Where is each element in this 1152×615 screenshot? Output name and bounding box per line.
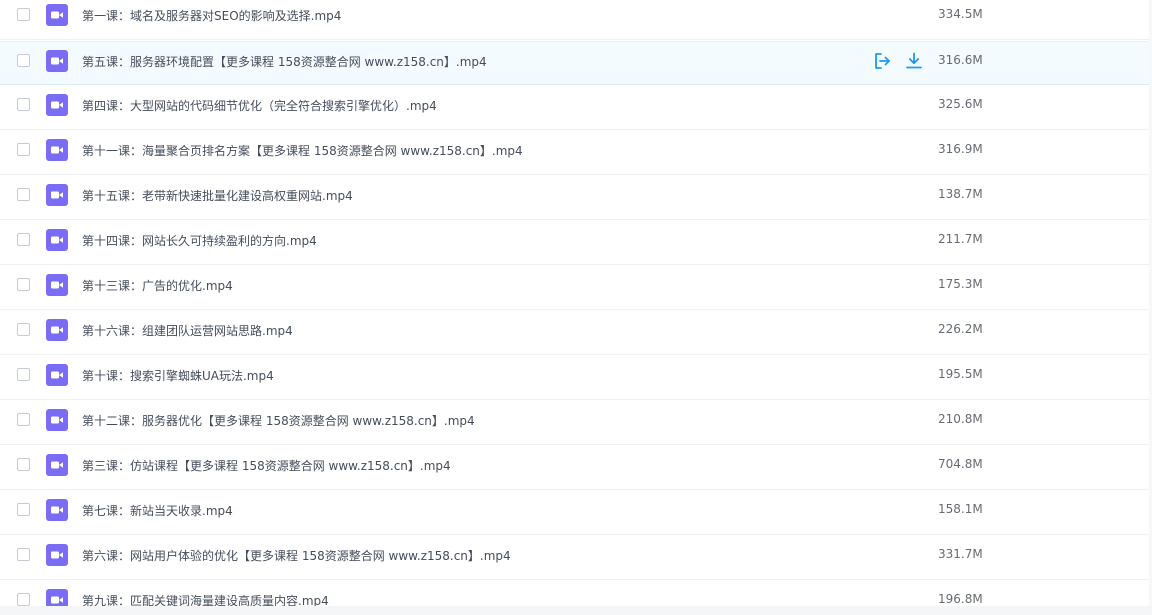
file-row[interactable]: 第十五课：老带新快速批量化建设高权重网站.mp4 138.7M [0,176,1152,220]
row-checkbox[interactable] [17,233,30,246]
file-size: 175.3M [938,277,983,291]
file-size: 196.8M [938,592,983,606]
row-checkbox[interactable] [17,323,30,336]
row-checkbox[interactable] [17,278,30,291]
file-row[interactable]: 第六课：网站用户体验的优化【更多课程 158资源整合网 www.z158.cn】… [0,536,1152,580]
file-name-link[interactable]: 第十课：搜索引擎蜘蛛UA玩法.mp4 [82,367,274,384]
file-row[interactable]: 第十一课：海量聚合页排名方案【更多课程 158资源整合网 www.z158.cn… [0,131,1152,175]
video-file-icon [46,544,68,566]
row-checkbox[interactable] [17,368,30,381]
row-checkbox[interactable] [17,54,30,67]
video-file-icon [46,454,68,476]
file-row[interactable]: 第十课：搜索引擎蜘蛛UA玩法.mp4 195.5M [0,356,1152,400]
row-checkbox[interactable] [17,503,30,516]
file-size: 226.2M [938,322,983,336]
video-file-icon [46,274,68,296]
file-row[interactable]: 第三课：仿站课程【更多课程 158资源整合网 www.z158.cn】.mp4 7… [0,446,1152,490]
file-row[interactable]: 第十三课：广告的优化.mp4 175.3M [0,266,1152,310]
file-row[interactable]: 第五课：服务器环境配置【更多课程 158资源整合网 www.z158.cn】.m… [0,41,1152,85]
file-size: 316.9M [938,142,983,156]
file-name-link[interactable]: 第十一课：海量聚合页排名方案【更多课程 158资源整合网 www.z158.cn… [82,142,523,159]
row-checkbox[interactable] [17,143,30,156]
file-row[interactable]: 第十二课：服务器优化【更多课程 158资源整合网 www.z158.cn】.mp… [0,401,1152,445]
file-size: 210.8M [938,412,983,426]
video-file-icon [46,229,68,251]
file-name-link[interactable]: 第一课：域名及服务器对SEO的影响及选择.mp4 [82,7,341,24]
file-list: 第一课：域名及服务器对SEO的影响及选择.mp4 334.5M 第五课：服务器环境配… [0,0,1152,615]
file-row[interactable]: 第十四课：网站长久可持续盈利的方向.mp4 211.7M [0,221,1152,265]
horizontal-scrollbar[interactable] [0,606,1152,615]
video-file-icon [46,139,68,161]
file-name-link[interactable]: 第十三课：广告的优化.mp4 [82,277,233,294]
file-size: 195.5M [938,367,983,381]
file-row[interactable]: 第十六课：组建团队运营网站思路.mp4 226.2M [0,311,1152,355]
file-size: 331.7M [938,547,983,561]
file-size: 158.1M [938,502,983,516]
row-checkbox[interactable] [17,98,30,111]
file-size: 211.7M [938,232,983,246]
share-export-icon[interactable] [872,51,892,71]
file-row[interactable]: 第四课：大型网站的代码细节优化（完全符合搜索引擎优化）.mp4 325.6M [0,86,1152,130]
video-file-icon [46,499,68,521]
video-file-icon [46,184,68,206]
file-name-link[interactable]: 第十四课：网站长久可持续盈利的方向.mp4 [82,232,317,249]
video-file-icon [46,364,68,386]
file-name-link[interactable]: 第六课：网站用户体验的优化【更多课程 158资源整合网 www.z158.cn】… [82,547,511,564]
file-name-link[interactable]: 第四课：大型网站的代码细节优化（完全符合搜索引擎优化）.mp4 [82,97,437,114]
file-row[interactable]: 第七课：新站当天收录.mp4 158.1M [0,491,1152,535]
file-name-link[interactable]: 第三课：仿站课程【更多课程 158资源整合网 www.z158.cn】.mp4 [82,457,451,474]
video-file-icon [46,409,68,431]
file-size: 334.5M [938,7,983,21]
file-name-link[interactable]: 第十二课：服务器优化【更多课程 158资源整合网 www.z158.cn】.mp… [82,412,475,429]
file-size: 704.8M [938,457,983,471]
file-size: 316.6M [938,53,983,67]
video-file-icon [46,94,68,116]
file-size: 138.7M [938,187,983,201]
file-name-link[interactable]: 第七课：新站当天收录.mp4 [82,502,233,519]
row-checkbox[interactable] [17,458,30,471]
file-name-link[interactable]: 第十六课：组建团队运营网站思路.mp4 [82,322,293,339]
file-row[interactable]: 第一课：域名及服务器对SEO的影响及选择.mp4 334.5M [0,0,1152,40]
download-icon[interactable] [904,51,924,71]
row-checkbox[interactable] [17,548,30,561]
video-file-icon [46,319,68,341]
file-size: 325.6M [938,97,983,111]
row-checkbox[interactable] [17,8,30,21]
video-file-icon [46,50,68,72]
file-name-link[interactable]: 第十五课：老带新快速批量化建设高权重网站.mp4 [82,187,353,204]
row-checkbox[interactable] [17,413,30,426]
video-file-icon [46,4,68,26]
row-checkbox[interactable] [17,593,30,606]
row-checkbox[interactable] [17,188,30,201]
file-name-link[interactable]: 第五课：服务器环境配置【更多课程 158资源整合网 www.z158.cn】.m… [82,53,487,70]
